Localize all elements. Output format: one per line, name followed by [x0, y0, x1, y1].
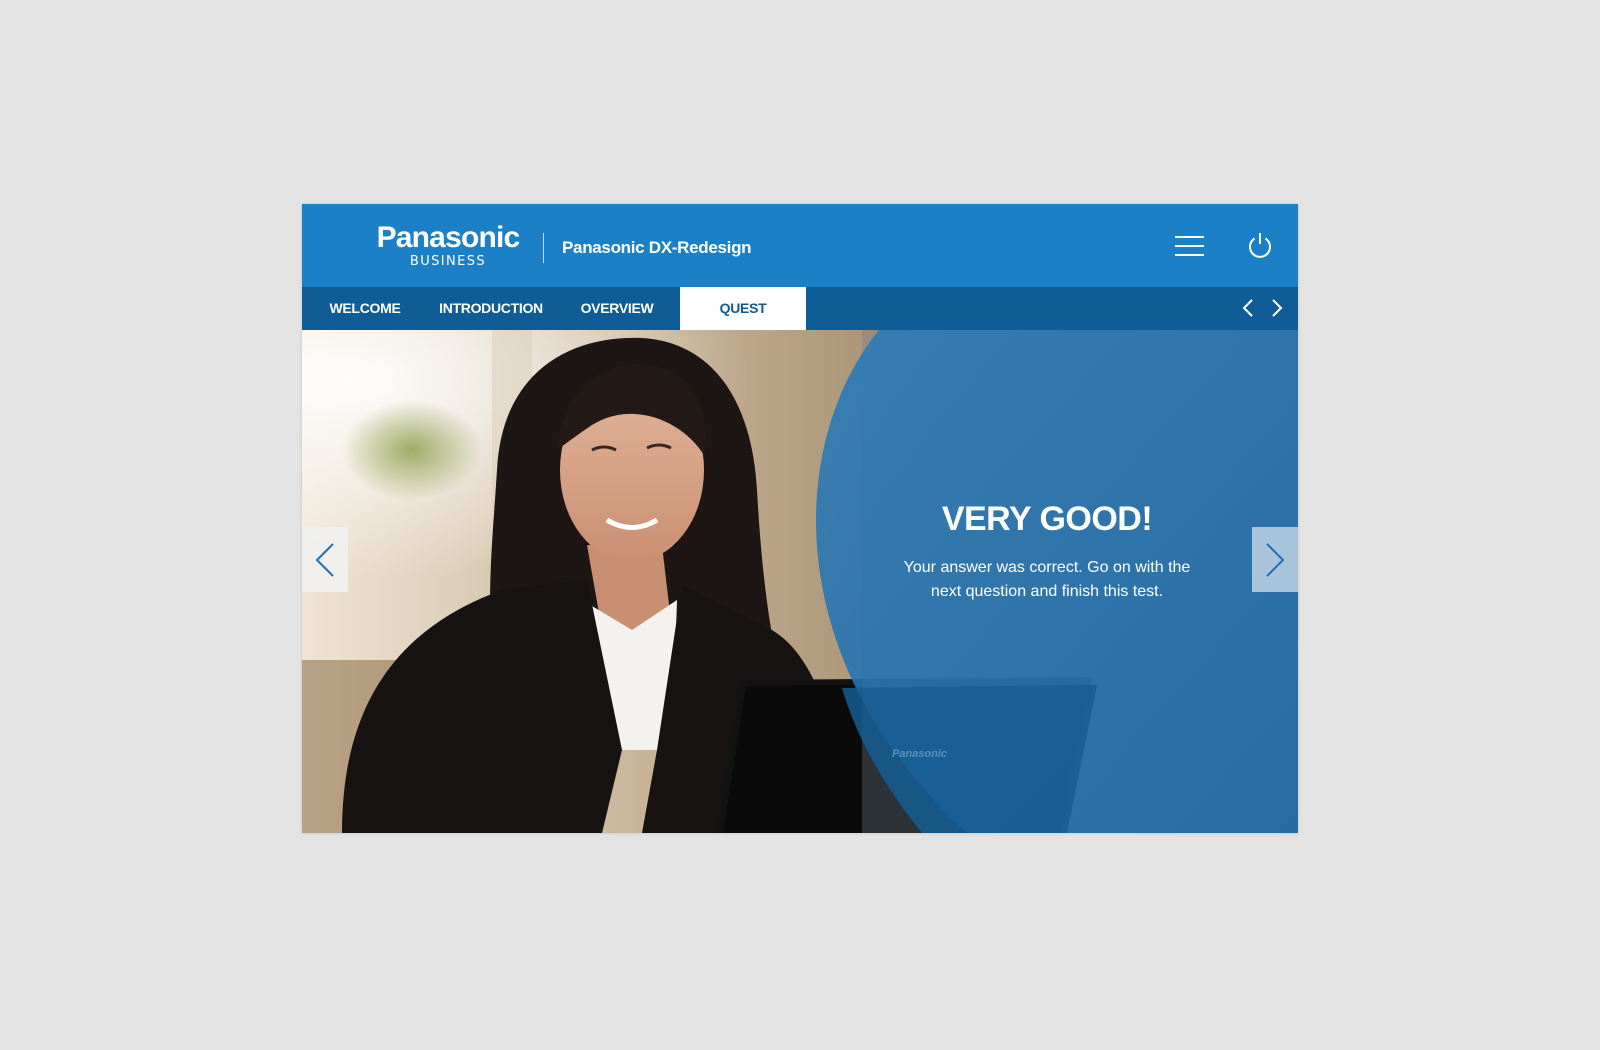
tab-prev-button[interactable]: [1239, 298, 1259, 318]
tab-bar: WELCOME INTRODUCTION OVERVIEW QUEST: [302, 287, 1298, 330]
header: Panasonic BUSINESS Panasonic DX-Redesign: [302, 204, 1298, 287]
app-window: Panasonic BUSINESS Panasonic DX-Redesign…: [302, 204, 1298, 833]
slide-prev-button[interactable]: [302, 527, 348, 592]
power-button[interactable]: [1245, 230, 1275, 260]
quiz-result-slide: Panasonic VERY GOOD! Your answer was cor…: [302, 330, 1298, 833]
laptop-brand-label: Panasonic: [892, 748, 947, 760]
result-message: Your answer was correct. Go on with the …: [903, 559, 1191, 600]
panasonic-business-logo: Panasonic BUSINESS: [370, 222, 526, 270]
tab-welcome[interactable]: WELCOME: [302, 287, 428, 330]
chevron-left-icon: [1242, 299, 1253, 317]
power-icon: [1249, 233, 1271, 258]
hamburger-menu-icon-bottom: [1175, 254, 1204, 256]
app-title: Panasonic DX-Redesign: [562, 238, 752, 257]
result-heading: VERY GOOD!: [941, 500, 1153, 538]
logo-subtitle: BUSINESS: [409, 254, 487, 269]
hamburger-menu-icon-middle: [1175, 245, 1204, 247]
header-divider: [543, 233, 544, 263]
chevron-left-icon: [315, 543, 334, 577]
slide-next-button[interactable]: [1252, 527, 1298, 592]
hamburger-menu-icon: [1175, 236, 1204, 238]
tab-next-button[interactable]: [1266, 298, 1286, 318]
tab-overview[interactable]: OVERVIEW: [554, 287, 680, 330]
menu-button[interactable]: [1174, 232, 1206, 260]
chevron-right-icon: [1272, 299, 1283, 317]
tab-quest[interactable]: QUEST: [680, 287, 806, 330]
tab-introduction[interactable]: INTRODUCTION: [428, 287, 554, 330]
chevron-right-icon: [1266, 543, 1285, 577]
logo-wordmark: Panasonic: [376, 221, 521, 254]
